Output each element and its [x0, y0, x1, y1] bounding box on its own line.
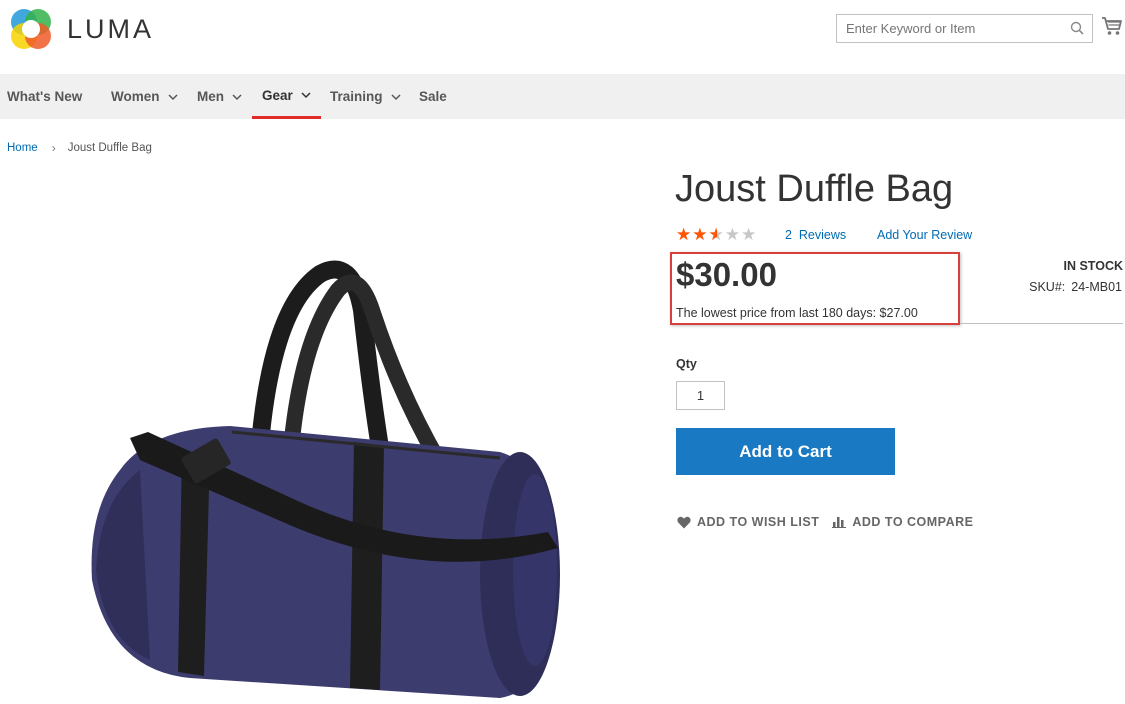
reviews-count: 2: [785, 228, 792, 242]
qty-label: Qty: [676, 357, 697, 371]
wishlist-label: ADD TO WISH LIST: [697, 515, 820, 529]
nav-item-women[interactable]: Women: [111, 74, 178, 119]
heart-icon: [677, 516, 691, 528]
sku-value: 24-MB01: [1071, 280, 1122, 294]
qty-input[interactable]: [676, 381, 725, 410]
sku-label: SKU#:: [1029, 280, 1066, 294]
breadcrumb-current: Joust Duffle Bag: [67, 142, 152, 154]
divider: [960, 323, 1123, 324]
product-rating: ★★★★★ ★★★★★: [676, 226, 757, 244]
compare-bars-icon: [832, 517, 847, 528]
stock-status: In stock: [1063, 259, 1124, 273]
nav-item-sale[interactable]: Sale: [419, 74, 447, 119]
nav-item-label: What's New: [7, 89, 83, 104]
nav-item-training[interactable]: Training: [330, 74, 401, 119]
reviews-link[interactable]: 2 Reviews: [785, 228, 846, 242]
nav-item-label: Sale: [419, 89, 447, 104]
rating-stars: ★★★★★ ★★★★★: [676, 226, 757, 244]
product-price: $30.00: [676, 256, 777, 293]
add-to-cart-button[interactable]: Add to Cart: [676, 428, 895, 475]
luma-logo-icon: [11, 9, 51, 49]
compare-label: ADD TO COMPARE: [852, 515, 974, 529]
cart-icon[interactable]: [1101, 15, 1123, 37]
product-image[interactable]: [0, 170, 640, 704]
nav-item-gear[interactable]: Gear: [252, 74, 321, 119]
search-box: [836, 14, 1093, 43]
logo-text: LUMA: [67, 13, 155, 44]
star-filled-icons: ★★★★★: [676, 226, 717, 244]
nav-item-whats-new[interactable]: What's New: [7, 74, 82, 119]
chevron-down-icon: [301, 92, 311, 99]
product-title: Joust Duffle Bag: [675, 168, 954, 210]
nav-item-label: Gear: [262, 87, 293, 103]
nav-item-label: Training: [330, 89, 383, 104]
nav-item-label: Men: [197, 89, 224, 104]
chevron-down-icon: [390, 93, 401, 100]
chevron-right-icon: ›: [51, 141, 56, 155]
nav-item-label: Women: [111, 89, 160, 104]
product-sku: SKU#: 24-MB01: [1029, 280, 1122, 294]
chevron-down-icon: [167, 93, 178, 100]
page-header: LUMA: [0, 0, 1125, 74]
nav-item-men[interactable]: Men: [197, 74, 242, 119]
luma-logo[interactable]: LUMA: [8, 6, 154, 52]
add-to-compare-link[interactable]: ADD TO COMPARE: [832, 515, 973, 529]
reviews-label: Reviews: [798, 228, 847, 242]
breadcrumb: Home › Joust Duffle Bag: [7, 141, 152, 155]
chevron-down-icon: [232, 93, 242, 100]
add-review-link[interactable]: Add Your Review: [877, 228, 972, 242]
breadcrumb-home-link[interactable]: Home: [7, 142, 38, 154]
add-to-wishlist-link[interactable]: ADD TO WISH LIST: [677, 515, 819, 529]
lowest-price-note: The lowest price from last 180 days: $27…: [676, 306, 918, 320]
search-icon[interactable]: [1070, 21, 1084, 35]
product-social-links: ADD TO WISH LIST ADD TO COMPARE: [677, 515, 973, 529]
search-input[interactable]: [837, 15, 1057, 42]
main-navigation: What's New Women Men Gear Training Sale: [0, 74, 1125, 119]
